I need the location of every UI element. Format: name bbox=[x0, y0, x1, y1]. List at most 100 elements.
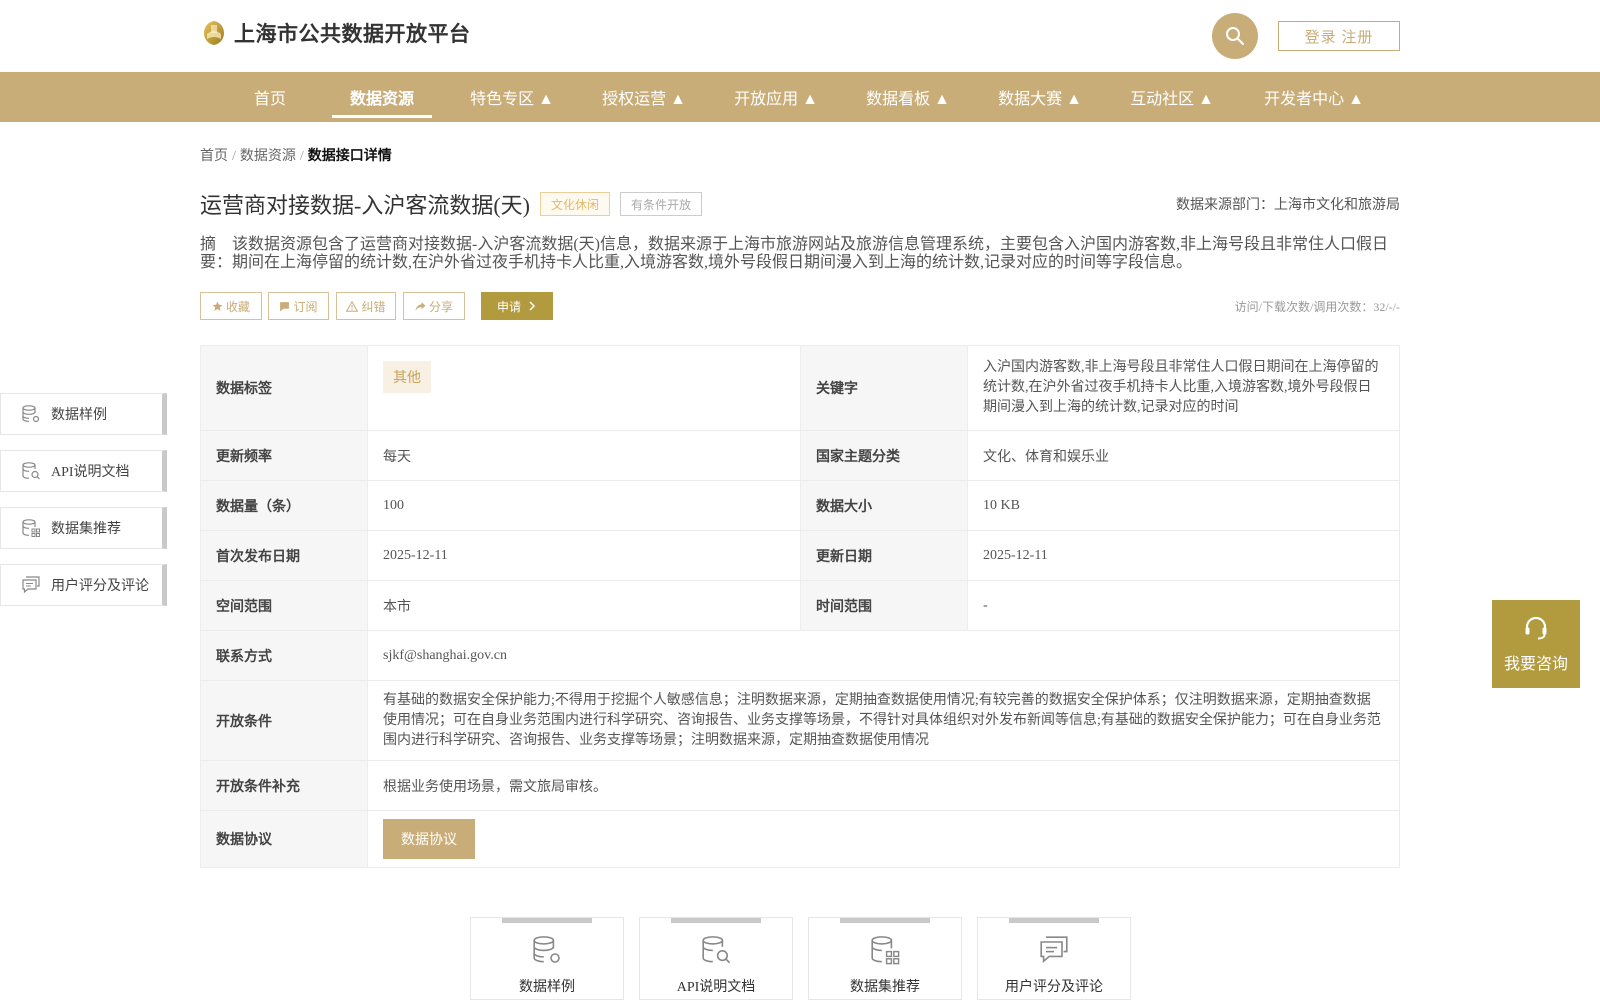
table-label: 数据协议 bbox=[200, 810, 368, 868]
table-value: 2025-12-11 bbox=[967, 530, 1400, 581]
logo-emblem-icon bbox=[204, 21, 224, 45]
data-protocol-button[interactable]: 数据协议 bbox=[383, 819, 475, 859]
nav-item-open-apps[interactable]: 开放应用 ▲ bbox=[726, 72, 826, 122]
card-label: 数据样例 bbox=[519, 980, 575, 995]
side-menu-data-sample[interactable]: 数据样例 bbox=[0, 393, 167, 435]
table-label: 时间范围 bbox=[800, 580, 968, 631]
share-icon bbox=[415, 301, 426, 311]
consult-label: 我要咨询 bbox=[1503, 656, 1568, 673]
card-recommend[interactable]: 数据集推荐 bbox=[808, 917, 962, 1000]
apply-button[interactable]: 申请 bbox=[481, 292, 553, 320]
table-value: 本市 bbox=[367, 580, 801, 631]
open-condition-tag: 有条件开放 bbox=[620, 192, 702, 216]
dataset-info-table: 数据标签 其他 关键字 入沪国内游客数,非上海号段且非常住人口假日期间在上海停留… bbox=[200, 345, 1400, 868]
nav-item-data-resources[interactable]: 数据资源 bbox=[332, 72, 432, 122]
card-label: 数据集推荐 bbox=[850, 980, 920, 995]
comment-icon bbox=[1040, 936, 1068, 963]
visit-counts: 访问/下载次数/调用次数：32/-/- bbox=[1234, 300, 1400, 314]
table-row: 联系方式 sjkf@shanghai.gov.cn bbox=[200, 630, 1400, 681]
breadcrumb: 首页 / 数据资源 / 数据接口详情 bbox=[200, 145, 392, 165]
table-value: 每天 bbox=[367, 430, 801, 481]
card-top-bar bbox=[840, 918, 930, 923]
table-value: 100 bbox=[367, 480, 801, 531]
nav-item-contest[interactable]: 数据大赛 ▲ bbox=[990, 72, 1090, 122]
table-value: 有基础的数据安全保护能力;不得用于挖掘个人敏感信息；注明数据来源，定期抽查数据使… bbox=[367, 680, 1400, 761]
data-tag-pill[interactable]: 其他 bbox=[383, 361, 431, 393]
site-logo[interactable]: 上海市公共数据开放平台 bbox=[200, 18, 471, 48]
nav-item-developer[interactable]: 开发者中心 ▲ bbox=[1254, 72, 1374, 122]
nav-item-authorized-ops[interactable]: 授权运营 ▲ bbox=[594, 72, 694, 122]
table-value: 2025-12-11 bbox=[367, 530, 801, 581]
report-label: 纠错 bbox=[361, 299, 386, 314]
nav-item-home[interactable]: 首页 bbox=[220, 72, 320, 122]
table-row: 数据标签 其他 关键字 入沪国内游客数,非上海号段且非常住人口假日期间在上海停留… bbox=[200, 345, 1400, 431]
main-nav: 首页 数据资源 特色专区 ▲ 授权运营 ▲ 开放应用 ▲ 数据看板 ▲ 数据大赛… bbox=[0, 72, 1600, 122]
database-search-icon bbox=[702, 936, 731, 964]
flag-icon bbox=[280, 301, 290, 311]
table-label: 数据量（条） bbox=[200, 480, 368, 531]
card-reviews[interactable]: 用户评分及评论 bbox=[977, 917, 1131, 1000]
login-register-button[interactable]: 登录 注册 bbox=[1278, 21, 1400, 51]
table-value: 文化、体育和娱乐业 bbox=[967, 430, 1400, 481]
subscribe-button[interactable]: 订阅 bbox=[268, 292, 329, 320]
breadcrumb-home[interactable]: 首页 bbox=[200, 149, 228, 164]
headset-icon bbox=[1525, 616, 1547, 640]
dataset-title: 运营商对接数据-入沪客流数据(天) bbox=[200, 193, 530, 218]
table-row: 数据量（条） 100 数据大小 10 KB bbox=[200, 480, 1400, 531]
table-label: 开放条件 bbox=[200, 680, 368, 761]
site-header: 上海市公共数据开放平台 登录 注册 bbox=[0, 0, 1600, 72]
star-icon bbox=[212, 301, 223, 311]
table-row: 数据协议 数据协议 bbox=[200, 810, 1400, 868]
table-label: 国家主题分类 bbox=[800, 430, 968, 481]
side-menu-reviews[interactable]: 用户评分及评论 bbox=[0, 564, 167, 606]
site-title: 上海市公共数据开放平台 bbox=[234, 22, 471, 46]
warning-icon bbox=[346, 300, 359, 312]
table-label: 数据大小 bbox=[800, 480, 968, 531]
report-error-button[interactable]: 纠错 bbox=[336, 292, 396, 320]
card-label: API说明文档 bbox=[676, 980, 756, 995]
table-row: 空间范围 本市 时间范围 - bbox=[200, 580, 1400, 631]
chevron-right-icon bbox=[529, 301, 536, 311]
table-label: 联系方式 bbox=[200, 630, 368, 681]
source-department: 数据来源部门：上海市文化和旅游局 bbox=[1176, 198, 1400, 213]
search-button[interactable] bbox=[1212, 13, 1258, 59]
card-top-bar bbox=[671, 918, 761, 923]
database-gear-icon bbox=[22, 405, 40, 423]
card-label: 用户评分及评论 bbox=[1005, 980, 1103, 995]
nav-item-community[interactable]: 互动社区 ▲ bbox=[1122, 72, 1222, 122]
apply-label: 申请 bbox=[496, 299, 521, 314]
table-label: 更新日期 bbox=[800, 530, 968, 581]
card-api-docs[interactable]: API说明文档 bbox=[639, 917, 793, 1000]
table-label: 数据标签 bbox=[200, 345, 368, 431]
subscribe-label: 订阅 bbox=[293, 299, 318, 314]
card-top-bar bbox=[502, 918, 592, 923]
dataset-title-row: 运营商对接数据-入沪客流数据(天) 文化休闲 有条件开放 数据来源部门：上海市文… bbox=[200, 188, 1400, 222]
contact-email[interactable]: sjkf@shanghai.gov.cn bbox=[367, 630, 1400, 681]
nav-item-dashboard[interactable]: 数据看板 ▲ bbox=[858, 72, 958, 122]
consult-button[interactable]: 我要咨询 bbox=[1492, 600, 1580, 688]
side-menu-label: API说明文档 bbox=[51, 465, 130, 480]
breadcrumb-current: 数据接口详情 bbox=[307, 149, 392, 164]
table-label: 开放条件补充 bbox=[200, 760, 368, 811]
table-value: 根据业务使用场景，需文旅局审核。 bbox=[367, 760, 1400, 811]
breadcrumb-separator: / bbox=[299, 149, 304, 164]
breadcrumb-resources[interactable]: 数据资源 bbox=[240, 149, 296, 164]
favorite-button[interactable]: 收藏 bbox=[200, 292, 262, 320]
dataset-abstract: 摘 该数据资源包含了运营商对接数据-入沪客流数据(天)信息，数据来源于上海市旅游… bbox=[200, 236, 1388, 271]
table-label: 关键字 bbox=[800, 345, 968, 431]
card-top-bar bbox=[1009, 918, 1099, 923]
share-button[interactable]: 分享 bbox=[403, 292, 465, 320]
breadcrumb-separator: / bbox=[232, 149, 236, 164]
card-data-sample[interactable]: 数据样例 bbox=[470, 917, 624, 1000]
table-label: 首次发布日期 bbox=[200, 530, 368, 581]
side-menu-label: 数据集推荐 bbox=[51, 522, 121, 537]
table-row: 开放条件补充 根据业务使用场景，需文旅局审核。 bbox=[200, 760, 1400, 811]
side-menu-label: 数据样例 bbox=[51, 408, 107, 423]
table-row: 开放条件 有基础的数据安全保护能力;不得用于挖掘个人敏感信息；注明数据来源，定期… bbox=[200, 680, 1400, 761]
table-row: 首次发布日期 2025-12-11 更新日期 2025-12-11 bbox=[200, 530, 1400, 581]
nav-item-featured[interactable]: 特色专区 ▲ bbox=[462, 72, 562, 122]
table-label: 更新频率 bbox=[200, 430, 368, 481]
comment-icon bbox=[22, 576, 40, 594]
side-menu-recommend[interactable]: 数据集推荐 bbox=[0, 507, 167, 549]
side-menu-api-docs[interactable]: API说明文档 bbox=[0, 450, 167, 492]
